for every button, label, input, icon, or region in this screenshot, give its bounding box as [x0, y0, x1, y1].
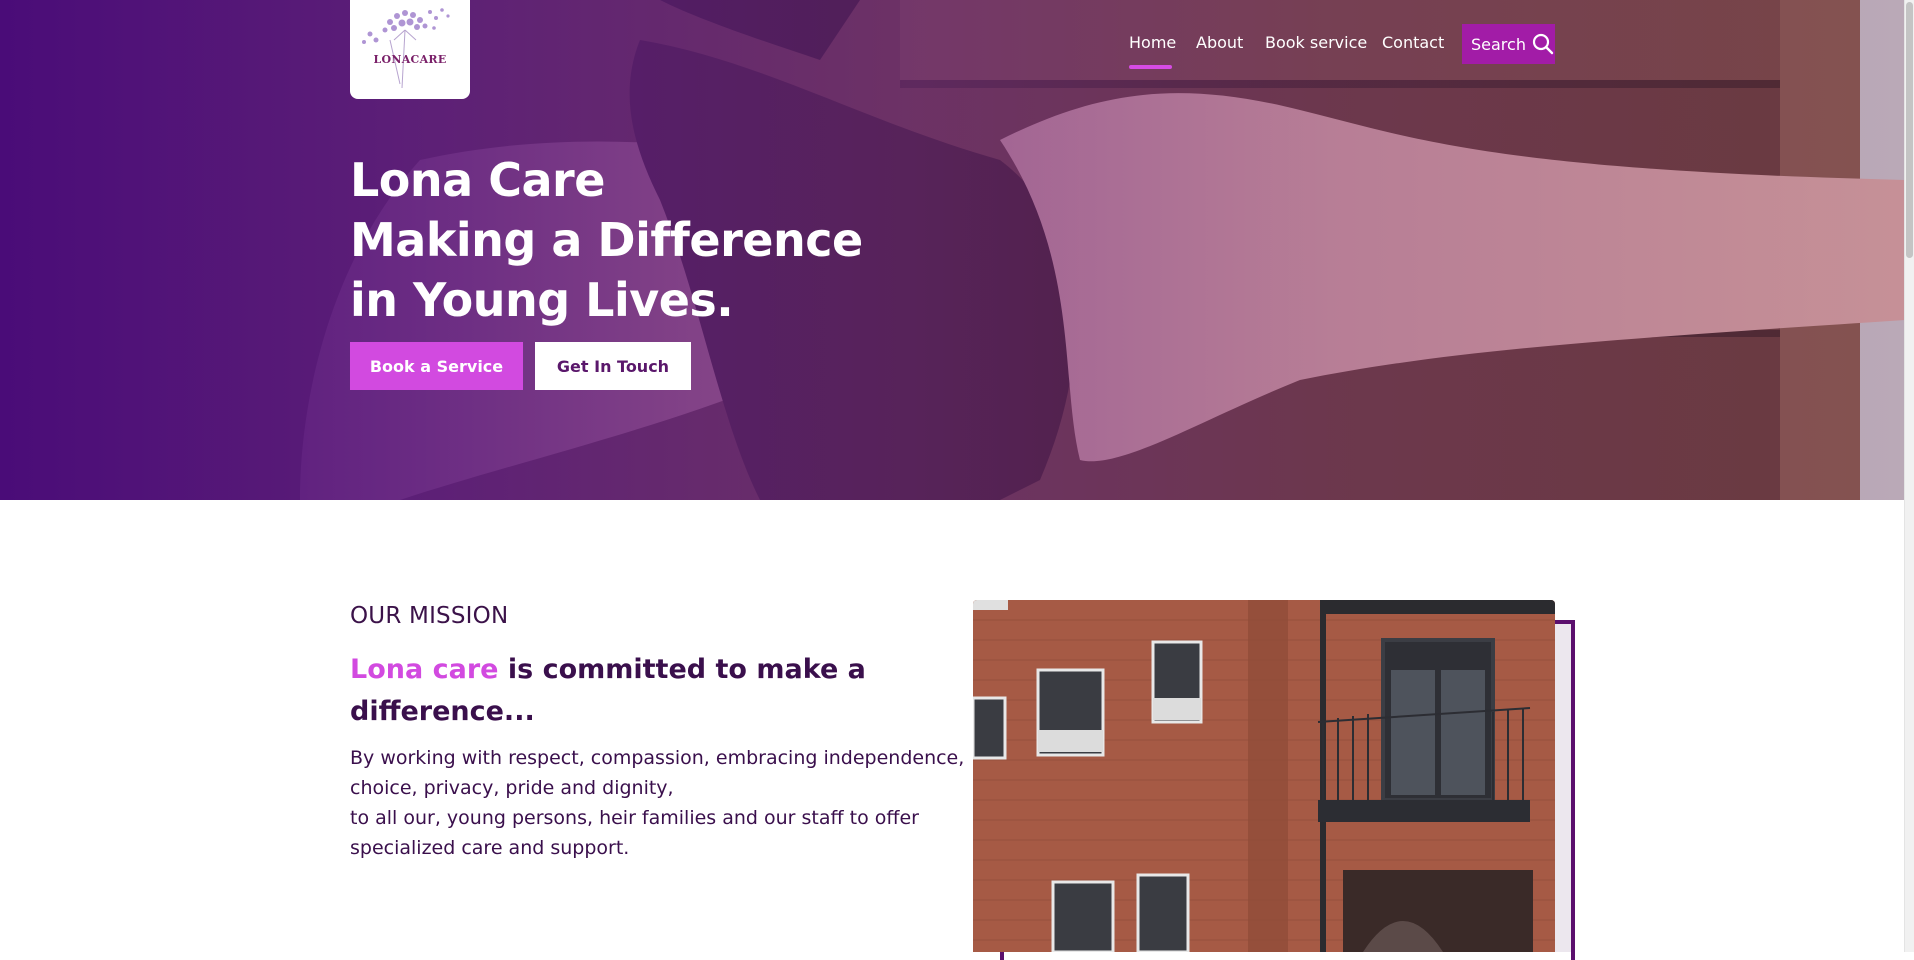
page-scrollbar[interactable] — [1904, 0, 1914, 952]
nav-active-indicator — [1129, 65, 1172, 69]
mission-heading-accent: Lona care — [350, 654, 499, 685]
hero-overlay — [0, 0, 1905, 500]
magnifier-icon — [1532, 33, 1554, 55]
book-a-service-button[interactable]: Book a Service — [350, 342, 523, 390]
search-button-label: Search — [1471, 34, 1526, 54]
search-button[interactable]: Search — [1462, 24, 1555, 64]
hero-title: Lona Care Making a Difference in Young L… — [350, 150, 950, 330]
mission-body-line-2: choice, privacy, pride and dignity, — [350, 777, 674, 799]
mission-heading-rest-1: is committed to make a — [498, 654, 866, 685]
hero-title-line-3: in Young Lives. — [350, 273, 734, 327]
mission-body-line-3: to all our, young persons, heir families… — [350, 807, 919, 829]
mission-body-line-1: By working with respect, compassion, emb… — [350, 747, 965, 769]
building-photo — [973, 600, 1555, 952]
mission-heading-rest-2: difference... — [350, 696, 535, 727]
image-frame-shade — [1555, 624, 1571, 952]
mission-body-line-4: specialized care and support. — [350, 837, 630, 859]
building-illustration — [973, 600, 1555, 952]
mission-body: By working with respect, compassion, emb… — [350, 743, 965, 863]
hero-section: LONACARE Home About Book service Contact… — [0, 0, 1905, 500]
scrollbar-thumb[interactable] — [1906, 2, 1913, 258]
mission-eyebrow: OUR MISSION — [350, 603, 509, 629]
nav-about-link[interactable]: About — [1196, 33, 1243, 52]
nav-book-service-link[interactable]: Book service — [1265, 33, 1367, 52]
get-in-touch-button[interactable]: Get In Touch — [535, 342, 691, 390]
nav-contact-link[interactable]: Contact — [1382, 33, 1444, 52]
nav-home-link[interactable]: Home — [1129, 33, 1176, 52]
hero-title-line-1: Lona Care — [350, 153, 605, 207]
mission-heading: Lona care is committed to make a differe… — [350, 649, 910, 733]
main-nav: Home About Book service Contact Search — [0, 24, 1905, 72]
hero-title-line-2: Making a Difference — [350, 213, 863, 267]
